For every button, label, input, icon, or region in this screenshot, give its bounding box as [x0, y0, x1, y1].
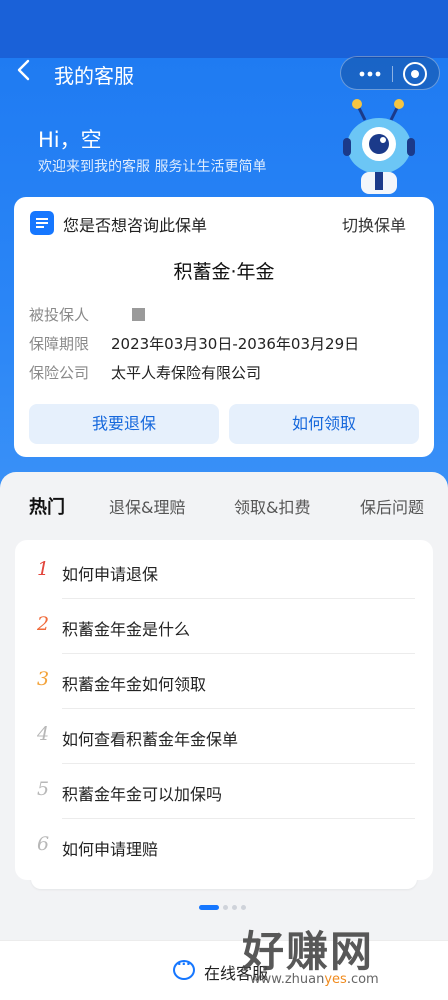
faq-item[interactable]: 2 积蓄金年金是什么: [15, 599, 433, 654]
tab-after-policy[interactable]: 保后问题: [360, 494, 424, 518]
chevron-left-icon: [17, 59, 30, 81]
how-to-claim-button[interactable]: 如何领取: [229, 404, 419, 444]
pager-dot-active: [199, 905, 219, 910]
pager-dot: [232, 905, 237, 910]
policy-doc-icon: [30, 211, 54, 235]
pager-dot: [241, 905, 246, 910]
pager-dot: [223, 905, 228, 910]
status-bar: [0, 0, 448, 58]
faq-question: 积蓄金年金如何领取: [62, 675, 207, 694]
tab-surrender-claims[interactable]: 退保&理赔: [109, 494, 185, 518]
watermark-logo: 好赚网: [242, 927, 375, 976]
chat-bubble-icon[interactable]: [173, 957, 195, 980]
faq-item[interactable]: 6 如何申请理赔: [15, 819, 433, 874]
faq-rank: 1: [37, 558, 50, 580]
tab-hot[interactable]: 热门: [29, 493, 65, 519]
capsule-divider: [392, 66, 393, 82]
faq-item[interactable]: 3 积蓄金年金如何领取: [15, 654, 433, 709]
policy-name: 积蓄金·年金: [173, 261, 275, 283]
insured-label: 被投保人: [29, 306, 90, 324]
back-button[interactable]: [14, 58, 44, 88]
faq-question: 如何申请退保: [62, 565, 159, 584]
company-label: 保险公司: [29, 364, 90, 382]
faq-question: 积蓄金年金可以加保吗: [62, 785, 223, 804]
target-circle-icon[interactable]: [403, 62, 427, 86]
period-value: 2023年03月30日-2036年03月29日: [111, 335, 360, 353]
faq-item[interactable]: 1 如何申请退保: [15, 544, 433, 599]
more-dots-icon[interactable]: [355, 57, 385, 91]
masked-insured-name: [132, 308, 145, 321]
faq-rank: 2: [37, 613, 50, 635]
watermark: 好赚网 www.zhuanyes.com: [242, 918, 442, 998]
faq-item[interactable]: 4 如何查看积蓄金年金保单: [15, 709, 433, 764]
faq-question: 如何查看积蓄金年金保单: [62, 730, 239, 749]
switch-policy-link[interactable]: 切换保单: [342, 212, 406, 236]
greeting: Hi，空: [38, 128, 102, 152]
mini-program-capsule: [340, 56, 440, 90]
faq-rank: 6: [37, 833, 50, 855]
period-label: 保障期限: [29, 335, 90, 353]
page-title: 我的客服: [54, 64, 134, 88]
surrender-button[interactable]: 我要退保: [29, 404, 219, 444]
faq-rank: 3: [37, 668, 50, 690]
faq-rank: 4: [37, 723, 50, 745]
faq-item[interactable]: 5 积蓄金年金可以加保吗: [15, 764, 433, 819]
faq-question: 积蓄金年金是什么: [62, 620, 191, 639]
policy-question: 您是否想咨询此保单: [63, 216, 208, 235]
faq-list: 1 如何申请退保 2 积蓄金年金是什么 3 积蓄金年金如何领取 4 如何查看积蓄金年金保单 5 积…: [15, 540, 433, 880]
watermark-url: www.zhuanyes.com: [250, 972, 379, 987]
greeting-subtitle: 欢迎来到我的客服 服务让生活更简单: [38, 159, 267, 175]
company-value: 太平人寿保险有限公司: [111, 364, 262, 382]
policy-card: 您是否想咨询此保单 切换保单 积蓄金·年金 被投保人 保障期限 2023年03月…: [14, 197, 434, 457]
faq-question: 如何申请理赔: [62, 840, 159, 859]
faq-rank: 5: [37, 778, 50, 800]
robot-mascot-icon: [335, 98, 425, 198]
tab-payout-fees[interactable]: 领取&扣费: [234, 494, 310, 518]
